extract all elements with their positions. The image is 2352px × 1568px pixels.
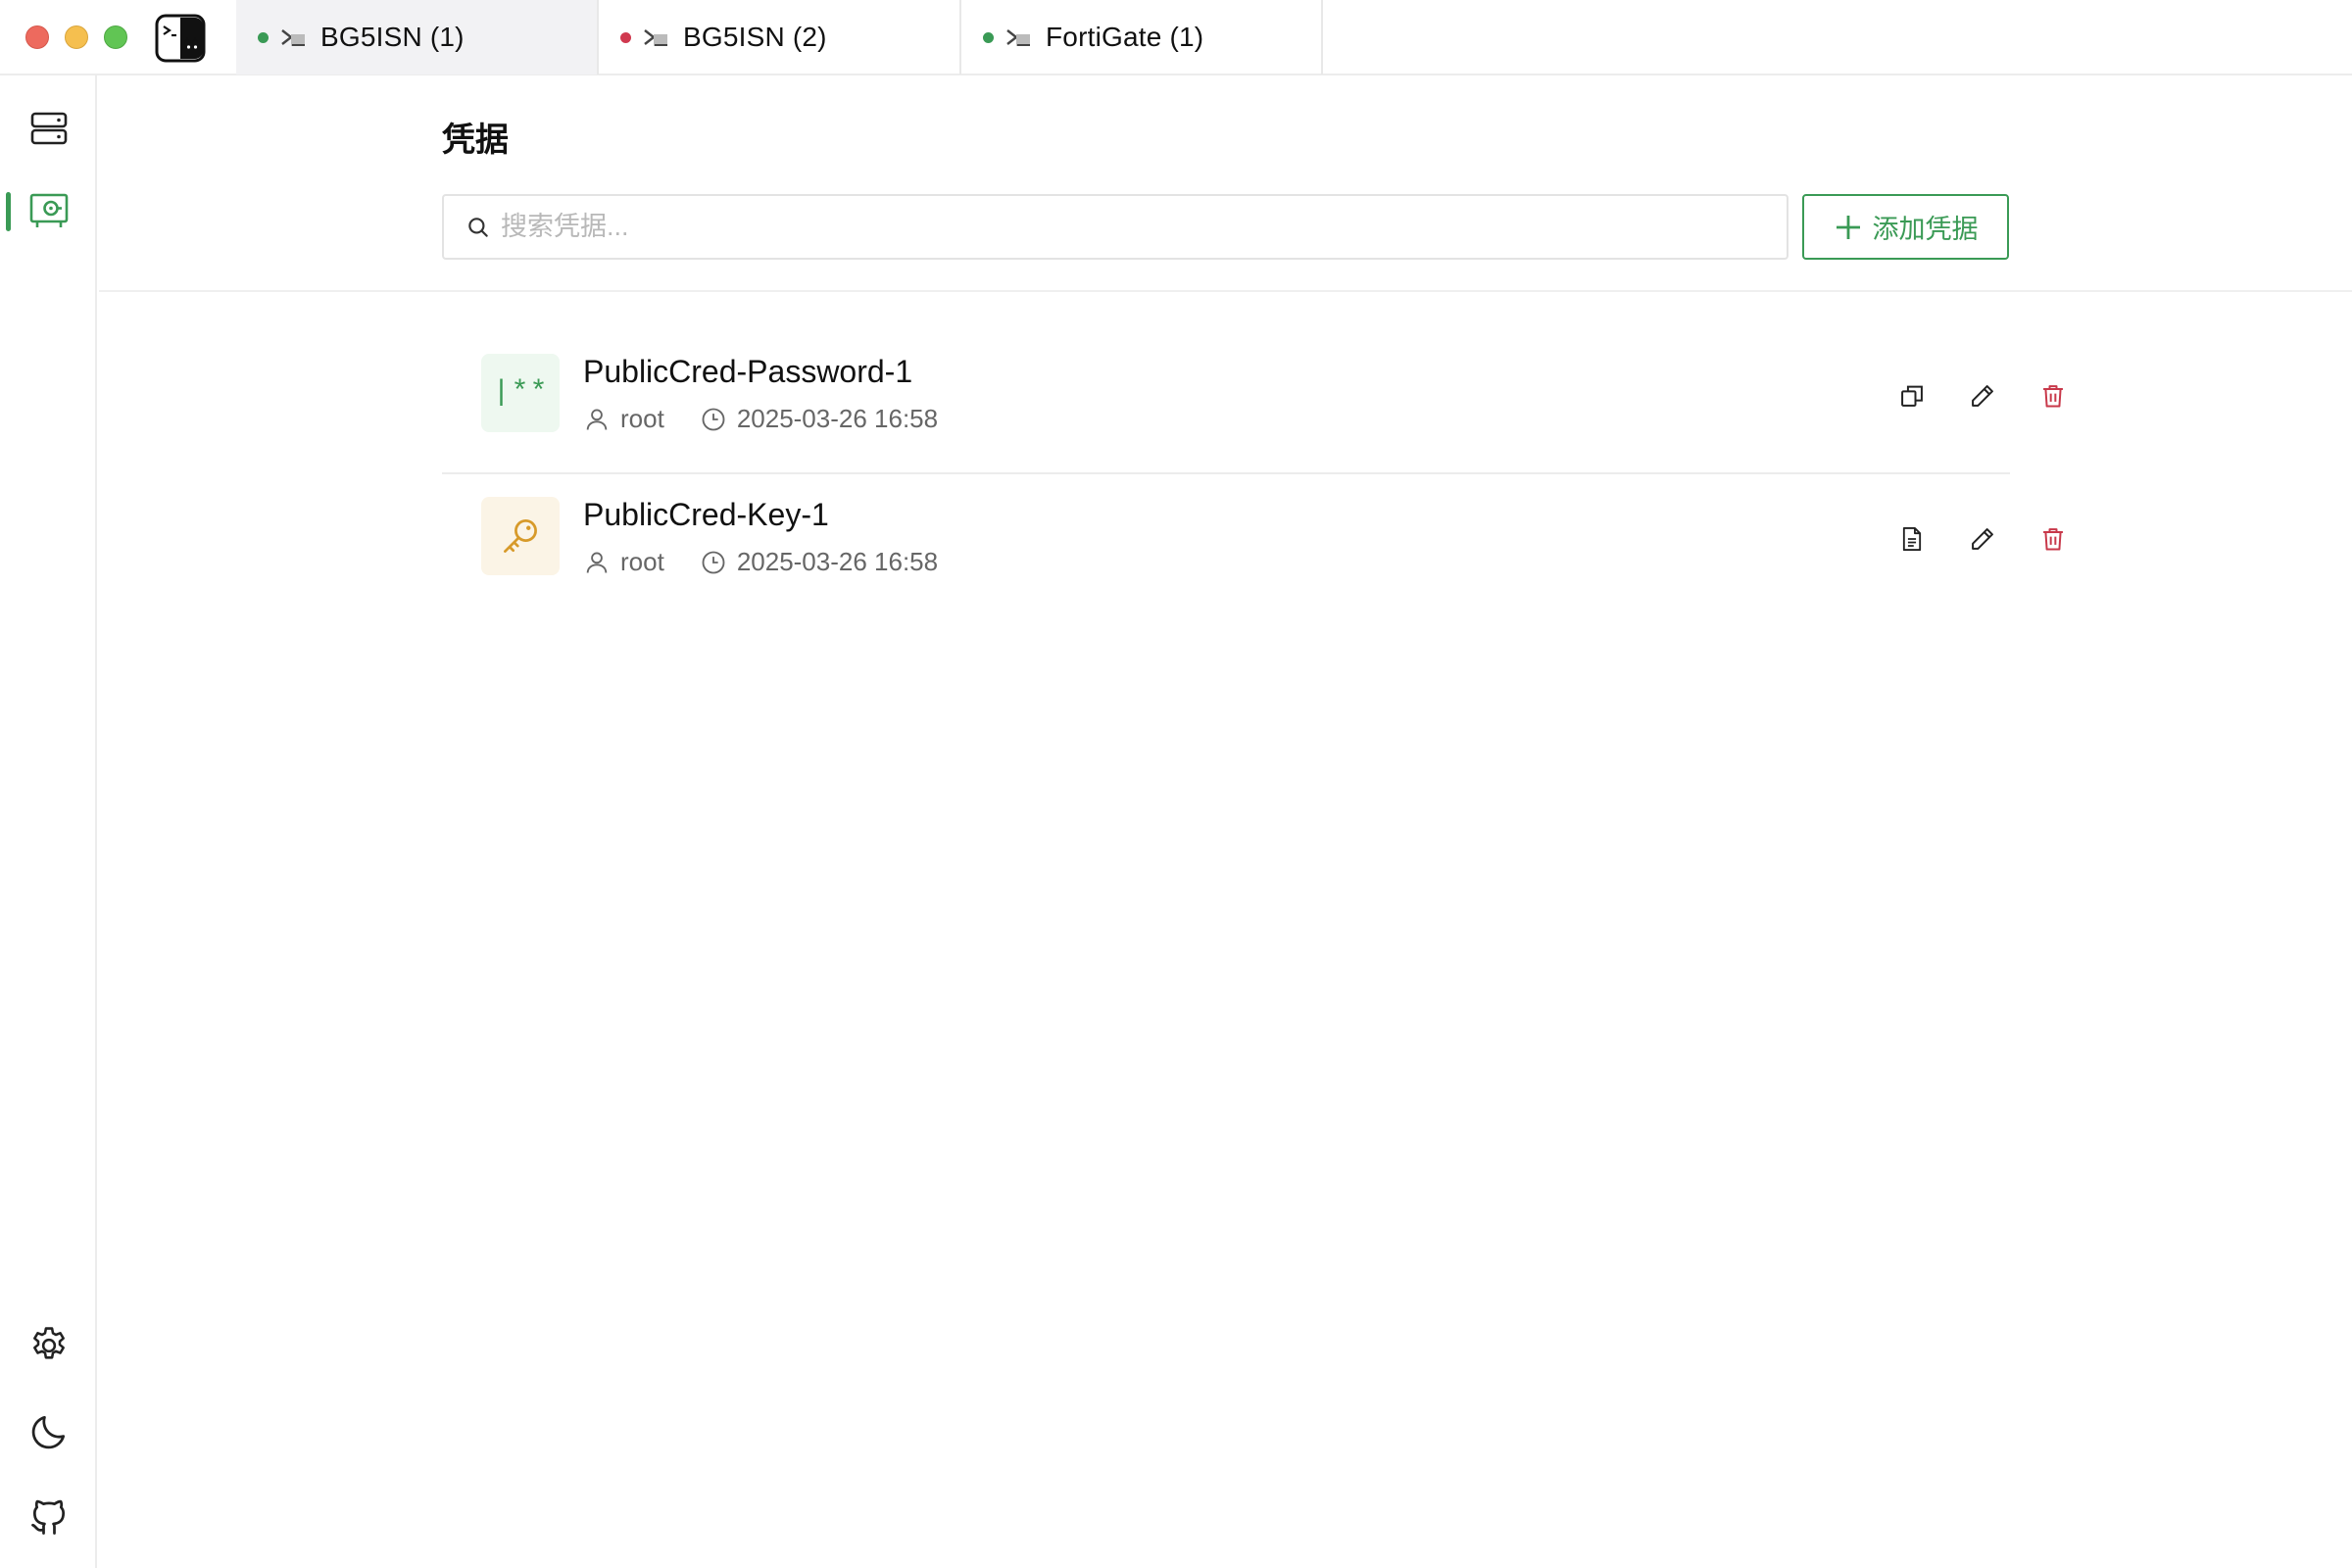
page-title: 凭据 (442, 122, 509, 159)
github-icon (31, 1499, 66, 1535)
tab-label: BG5ISN (2) (683, 22, 827, 52)
view-key-button[interactable] (1892, 519, 1932, 559)
tab-label: BG5ISN (1) (320, 22, 465, 52)
password-icon-glyph: |** (492, 376, 549, 410)
sidebar-item-credentials[interactable] (20, 181, 78, 240)
header-divider (99, 290, 2352, 292)
tab-bg5isn-2[interactable]: BG5ISN (2) (599, 0, 961, 74)
zoom-window-button[interactable] (104, 25, 127, 49)
terminal-icon (1006, 29, 1030, 46)
add-credential-button[interactable]: 添加凭据 (1802, 194, 2009, 260)
terminal-icon (281, 29, 305, 46)
copy-icon (1901, 385, 1923, 407)
user-icon (586, 409, 608, 430)
trash-icon (2043, 385, 2063, 408)
clock-icon (702, 551, 725, 573)
user-icon (586, 552, 608, 573)
credential-meta: root 2025-03-26 16:58 (583, 404, 938, 434)
clock-icon (702, 408, 725, 430)
add-credential-label: 添加凭据 (1872, 215, 1979, 244)
edit-icon (1972, 385, 1993, 407)
status-dot (258, 31, 269, 43)
key-icon (481, 497, 560, 575)
close-window-button[interactable] (25, 25, 49, 49)
theme-toggle-button[interactable] (20, 1402, 78, 1461)
title-bar: BG5ISN (1) BG5ISN (2) FortiGate (1) (0, 0, 2352, 75)
delete-button[interactable] (2034, 519, 2073, 559)
sidebar-item-hosts[interactable] (20, 99, 78, 158)
edit-icon (1972, 528, 1993, 550)
search-icon (468, 217, 488, 237)
plus-icon (1836, 215, 1860, 239)
delete-button[interactable] (2034, 376, 2073, 416)
main-content: 凭据 添加凭据 |** PublicCred-Password-1 root (99, 75, 2352, 1568)
credential-row[interactable]: |** PublicCred-Password-1 root 2025-03-2… (442, 332, 2063, 474)
moon-icon (31, 1415, 66, 1449)
app-logo-icon (155, 14, 206, 63)
server-icon (30, 112, 68, 145)
tab-label: FortiGate (1) (1046, 22, 1204, 52)
tab-bg5isn-1[interactable]: BG5ISN (1) (236, 0, 599, 74)
key-glyph-icon (504, 519, 537, 553)
tab-fortigate-1[interactable]: FortiGate (1) (961, 0, 1323, 74)
settings-button[interactable] (20, 1316, 78, 1375)
gear-icon (33, 1327, 65, 1359)
credential-row[interactable]: PublicCred-Key-1 root 2025-03-26 16:58 (442, 475, 2063, 617)
terminal-icon (644, 29, 667, 46)
credential-name: PublicCred-Password-1 (583, 354, 913, 389)
status-dot (620, 31, 631, 43)
vault-icon (29, 193, 69, 227)
active-indicator (6, 192, 11, 231)
minimize-window-button[interactable] (65, 25, 88, 49)
copy-button[interactable] (1892, 376, 1932, 416)
search-input[interactable] (501, 212, 1755, 242)
trash-icon (2043, 528, 2063, 551)
status-dot (983, 31, 994, 43)
credential-time: 2025-03-26 16:58 (736, 404, 939, 433)
edit-button[interactable] (1963, 519, 2002, 559)
sidebar (0, 75, 97, 1568)
credential-user: root (620, 404, 664, 433)
credential-meta: root 2025-03-26 16:58 (583, 547, 938, 577)
github-button[interactable] (20, 1488, 78, 1546)
credential-name: PublicCred-Key-1 (583, 497, 829, 532)
password-icon: |** (481, 354, 560, 432)
file-icon (1902, 526, 1922, 552)
credential-user: root (620, 547, 664, 576)
edit-button[interactable] (1963, 376, 2002, 416)
credential-time: 2025-03-26 16:58 (736, 547, 939, 576)
search-box[interactable] (442, 194, 1788, 260)
